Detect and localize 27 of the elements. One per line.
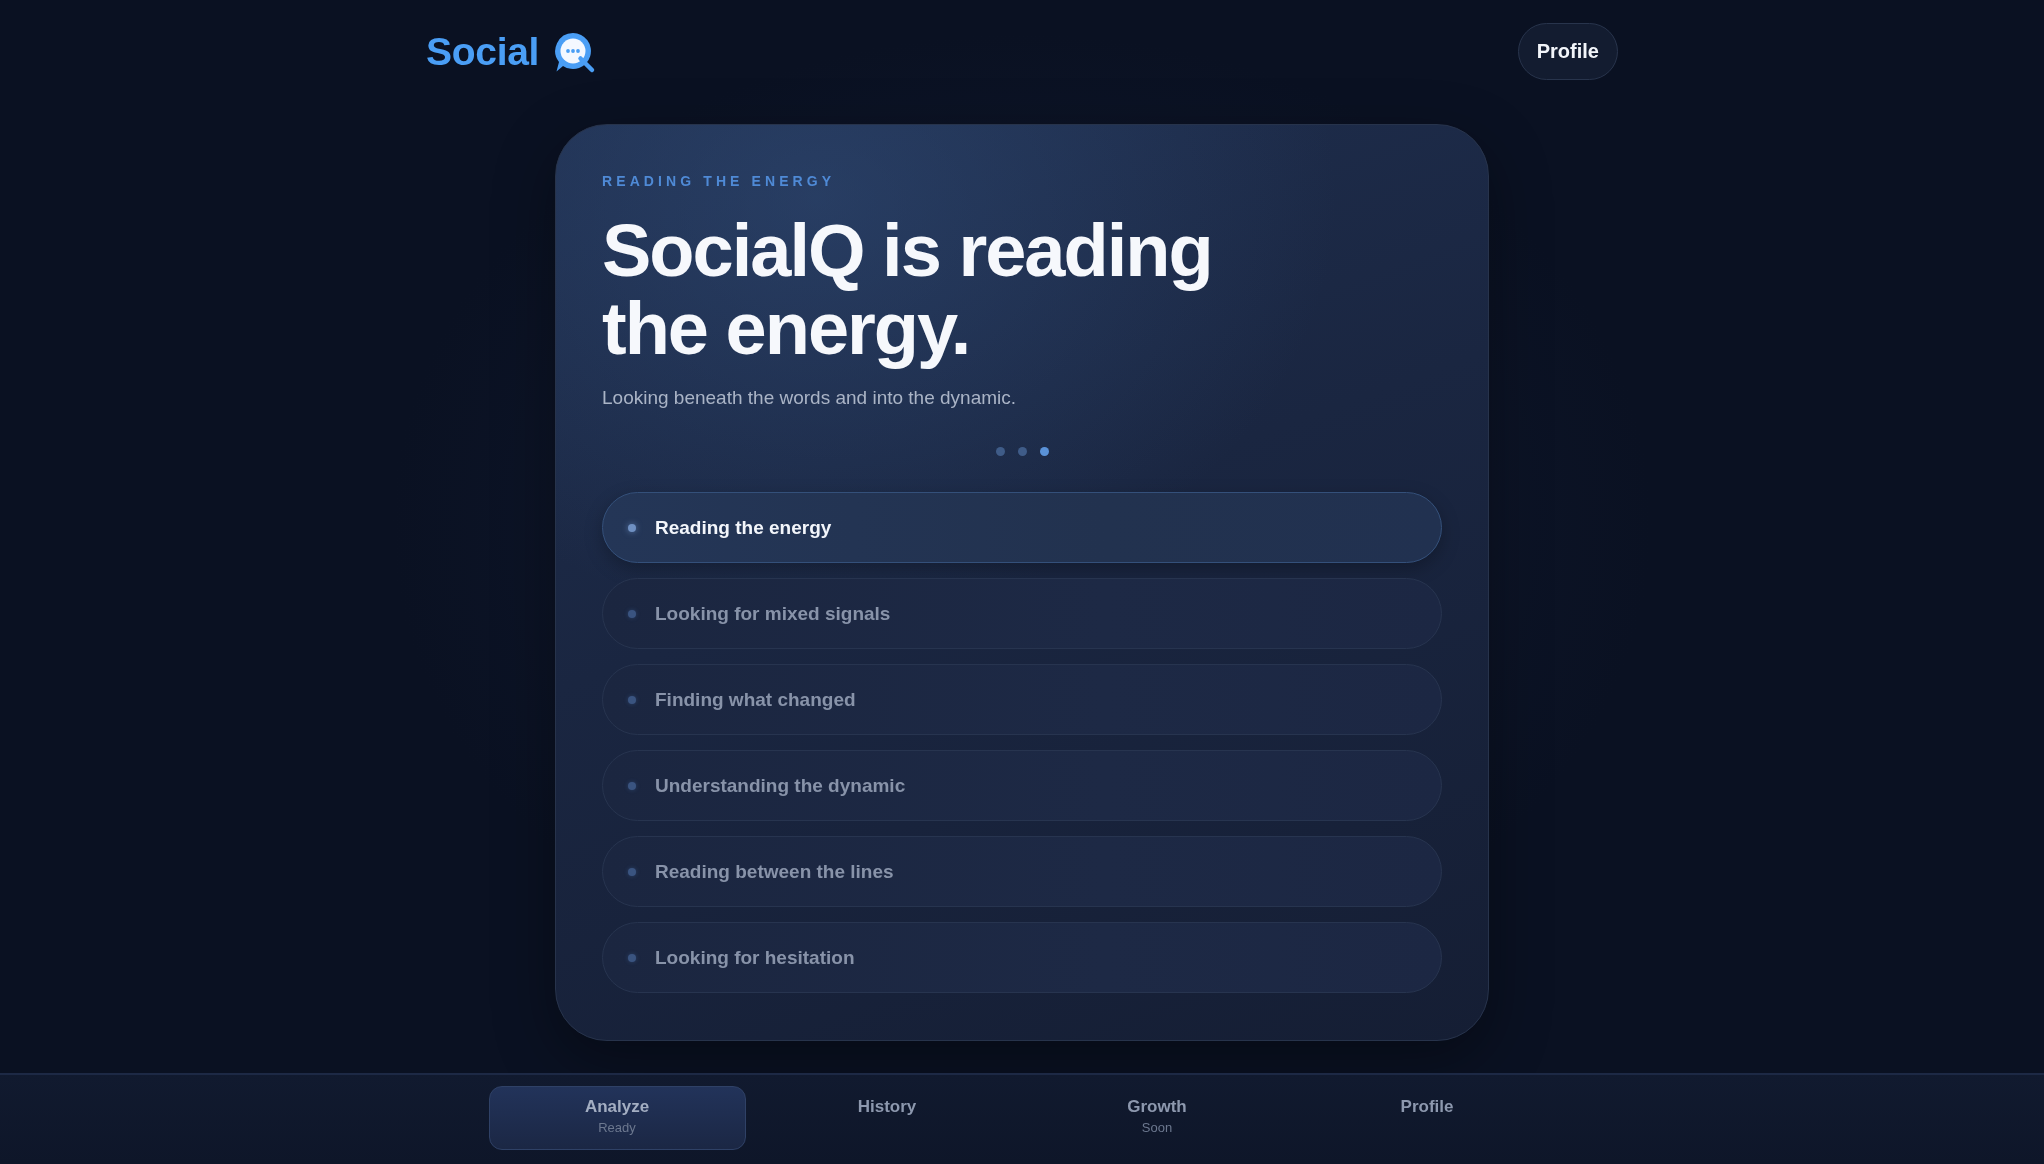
status-dot-icon [628, 695, 636, 704]
nav-tab[interactable]: Analyze Ready [488, 1086, 746, 1150]
status-dot-icon [628, 781, 636, 790]
step-label: Looking for hesitation [655, 945, 855, 970]
step-label: Reading between the lines [655, 859, 894, 884]
brand-name: Social [426, 28, 540, 75]
eyebrow-label: READING THE ENERGY [602, 173, 837, 190]
step-label: Finding what changed [655, 687, 856, 712]
tab-label: Profile [1400, 1097, 1454, 1117]
step-label: Reading the energy [655, 515, 832, 540]
tab-label: History [857, 1097, 917, 1117]
tab-label: Analyze [584, 1097, 650, 1117]
subtitle: Looking beneath the words and into the dynamic. [602, 386, 1018, 410]
heading: SocialQ is reading the energy. [602, 212, 1213, 368]
nav-tab[interactable]: Profile [1298, 1086, 1556, 1150]
tab-label: Growth [1127, 1097, 1187, 1117]
tab-status: Ready [598, 1120, 636, 1136]
status-dot-icon [628, 953, 636, 962]
status-dot-icon [628, 609, 636, 618]
status-dot-icon [628, 867, 636, 876]
step-label: Looking for mixed signals [655, 601, 891, 626]
tab-status: Soon [1141, 1120, 1173, 1136]
status-dot-icon [628, 523, 636, 532]
nav-tab[interactable]: Growth Soon [1028, 1086, 1286, 1150]
nav-tab[interactable]: History [758, 1086, 1016, 1150]
profile-button[interactable]: Profile [1517, 23, 1618, 80]
step-label: Understanding the dynamic [655, 773, 906, 798]
